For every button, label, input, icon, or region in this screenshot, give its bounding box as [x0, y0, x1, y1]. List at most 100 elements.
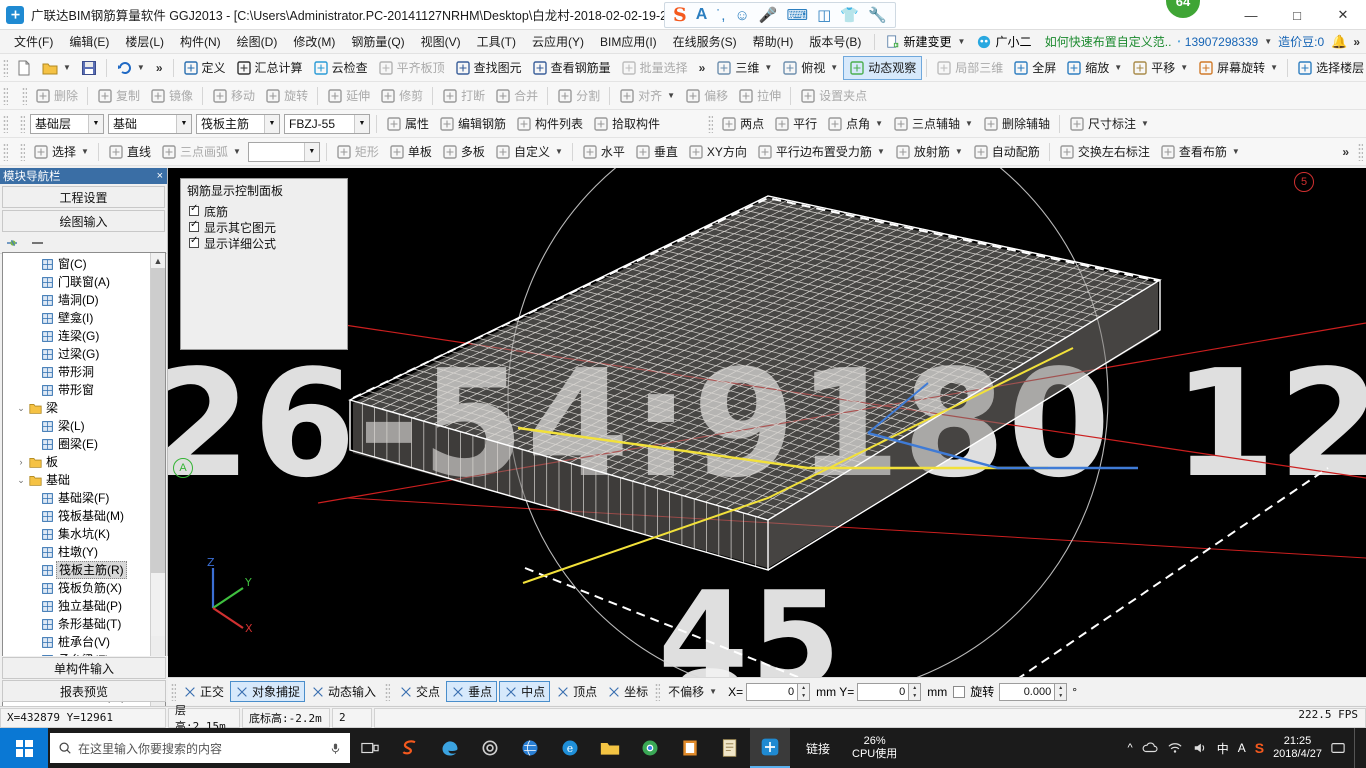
draw-parallel-edge-rebar[interactable]: 平行边布置受力筋 ▼ [752, 140, 890, 164]
promo-link[interactable]: 如何快速布置自定义范.. [1045, 33, 1172, 50]
rebar-option-2[interactable]: 显示详细公式 [181, 235, 347, 251]
rotate-spinner[interactable]: ▲ ▼ [1055, 682, 1068, 701]
snapbar-grip-2[interactable] [655, 682, 661, 701]
tree-item-16[interactable]: 柱墩(Y) [3, 543, 151, 561]
offset-mode-button[interactable]: 不偏移 ▼ [663, 680, 722, 704]
menu-item-10[interactable]: BIM应用(I) [592, 30, 665, 54]
menu-item-2[interactable]: 楼层(L) [117, 30, 172, 54]
scroll-up-arrow-icon[interactable]: ▲ [151, 253, 165, 268]
tree-item-5[interactable]: 过梁(G) [3, 345, 151, 363]
taskbar-app-store[interactable] [670, 728, 710, 768]
modify-copy[interactable]: 复制 [92, 84, 145, 108]
checkbox[interactable] [189, 235, 199, 248]
account-chevron-icon[interactable]: ▼ [1264, 37, 1272, 46]
ime-voice-icon[interactable]: 🎤 [759, 8, 778, 23]
chevron-down-icon[interactable]: ▼ [555, 147, 563, 156]
open-file-button[interactable]: ▼ [37, 56, 76, 80]
menu-item-7[interactable]: 视图(V) [413, 30, 469, 54]
toolbar3-grip-b[interactable] [20, 114, 25, 133]
new-change-button[interactable]: 新建变更 ▼ [880, 33, 972, 50]
draw-vertical[interactable]: 垂直 [630, 140, 683, 164]
taskbar-app-sogou[interactable] [390, 728, 430, 768]
ime-lang-cn[interactable]: 中 [1217, 740, 1229, 757]
y-input[interactable]: 0 [857, 682, 910, 701]
axis-two-point[interactable]: 两点 [716, 112, 769, 136]
draw-view-rebar-layout[interactable]: 查看布筋 ▼ [1155, 140, 1245, 164]
view-orbit[interactable]: 动态观察 [843, 55, 923, 80]
chevron-down-icon[interactable]: ▼ [955, 147, 963, 156]
ime-skin-icon[interactable]: 👕 [840, 8, 859, 23]
snapbar-grip-mid[interactable] [385, 682, 391, 701]
tree-item-4[interactable]: 连梁(G) [3, 327, 151, 345]
tree-item-19[interactable]: 独立基础(P) [3, 597, 151, 615]
account-label[interactable]: 13907298339 [1185, 35, 1258, 49]
ime-keyboard-icon[interactable]: ⌨ [786, 8, 808, 23]
chevron-down-icon[interactable]: ▼ [667, 91, 675, 100]
toolbar-grip[interactable] [3, 58, 8, 77]
maximize-button[interactable]: □ [1274, 0, 1320, 30]
tree-item-12[interactable]: ⌄ 基础 [3, 471, 151, 489]
tool-view-rebar[interactable]: 查看钢筋量 [527, 56, 616, 80]
view-pan[interactable]: 平移 ▼ [1127, 56, 1193, 80]
menu-item-12[interactable]: 帮助(H) [745, 30, 802, 54]
draw-single-slab[interactable]: 单板 [384, 140, 437, 164]
single-component-input-button[interactable]: 单构件输入 [2, 657, 166, 679]
rotate-checkbox[interactable] [953, 685, 966, 698]
report-preview-button[interactable]: 报表预览 [2, 680, 166, 702]
ime-card-icon[interactable]: ◫ [817, 8, 831, 23]
view-fullscreen[interactable]: 全屏 [1008, 56, 1061, 80]
microphone-icon[interactable] [329, 741, 342, 756]
tree-item-6[interactable]: 带形洞 [3, 363, 151, 381]
modify-offset[interactable]: 偏移 [680, 84, 733, 108]
taskbar-app-ggj[interactable] [750, 728, 790, 768]
toolbar4-overflow[interactable]: » [1336, 145, 1355, 159]
save-button[interactable] [76, 56, 102, 80]
tree-item-18[interactable]: 筏板负筋(X) [3, 579, 151, 597]
undo-chevron-icon[interactable]: ▼ [137, 63, 145, 72]
toolbar1-overflow-a[interactable]: » [150, 61, 169, 75]
modify-stretch[interactable]: 拉伸 [733, 84, 786, 108]
menu-item-3[interactable]: 构件(N) [172, 30, 229, 54]
rebar-option-1[interactable]: 显示其它图元 [181, 219, 347, 235]
toolbar2-grip-b[interactable] [22, 86, 27, 105]
toolbar4-grip-c[interactable] [1358, 142, 1363, 161]
taskbar-app-chrome[interactable] [630, 728, 670, 768]
taskbar-app-edge[interactable] [430, 728, 470, 768]
assistant-button[interactable]: 广小二 [971, 33, 1037, 50]
minimize-button[interactable]: — [1228, 0, 1274, 30]
snap-vertex[interactable]: 顶点 [552, 682, 601, 701]
taskbar-app-browser[interactable] [510, 728, 550, 768]
taskbar-app-explorer[interactable] [590, 728, 630, 768]
comp-properties[interactable]: 属性 [381, 112, 434, 136]
clock-widget[interactable]: 21:25 2018/4/27 [1273, 735, 1322, 761]
tool-sigma[interactable]: 汇总计算 [231, 56, 308, 80]
tree-item-13[interactable]: 基础梁(F) [3, 489, 151, 507]
snap-midpoint[interactable]: 中点 [499, 681, 551, 702]
network-icon[interactable] [1167, 741, 1183, 755]
modify-move[interactable]: 移动 [207, 84, 260, 108]
draw-line[interactable]: 直线 [103, 140, 156, 164]
chevron-down-icon[interactable]: ▼ [88, 114, 103, 133]
tree-toggle-icon[interactable]: › [15, 457, 27, 467]
draw-cursor[interactable]: 选择 ▼ [28, 140, 94, 164]
modify-delete[interactable]: 删除 [30, 84, 83, 108]
menu-item-11[interactable]: 在线服务(S) [665, 30, 745, 54]
axis-parallel[interactable]: 平行 [769, 112, 822, 136]
modify-align[interactable]: 对齐 ▼ [614, 84, 680, 108]
view-zoom[interactable]: 缩放 ▼ [1061, 56, 1127, 80]
tray-expand-icon[interactable]: ^ [1128, 742, 1133, 754]
modify-extend[interactable]: 延伸 [322, 84, 375, 108]
checkbox[interactable] [189, 203, 199, 216]
close-button[interactable]: ✕ [1320, 0, 1366, 30]
chevron-down-icon[interactable]: ▼ [176, 114, 191, 133]
panel-close-icon[interactable]: × [157, 170, 163, 182]
modify-split[interactable]: 分割 [552, 84, 605, 108]
draw-radial-rebar[interactable]: 放射筋 ▼ [890, 140, 968, 164]
chevron-down-icon[interactable]: ▼ [965, 119, 973, 128]
x-spinner[interactable]: ▲ ▼ [798, 682, 811, 701]
tree-toggle-icon[interactable]: ⌄ [15, 475, 27, 486]
modify-rotate[interactable]: 旋转 [260, 84, 313, 108]
taskbar-search[interactable]: 在这里输入你要搜索的内容 [50, 733, 350, 763]
drawing-input-button[interactable]: 绘图输入 [2, 210, 165, 232]
ime-toolbar[interactable]: S A ˙, ☺ 🎤 ⌨ ◫ 👕 🔧 [664, 2, 896, 28]
